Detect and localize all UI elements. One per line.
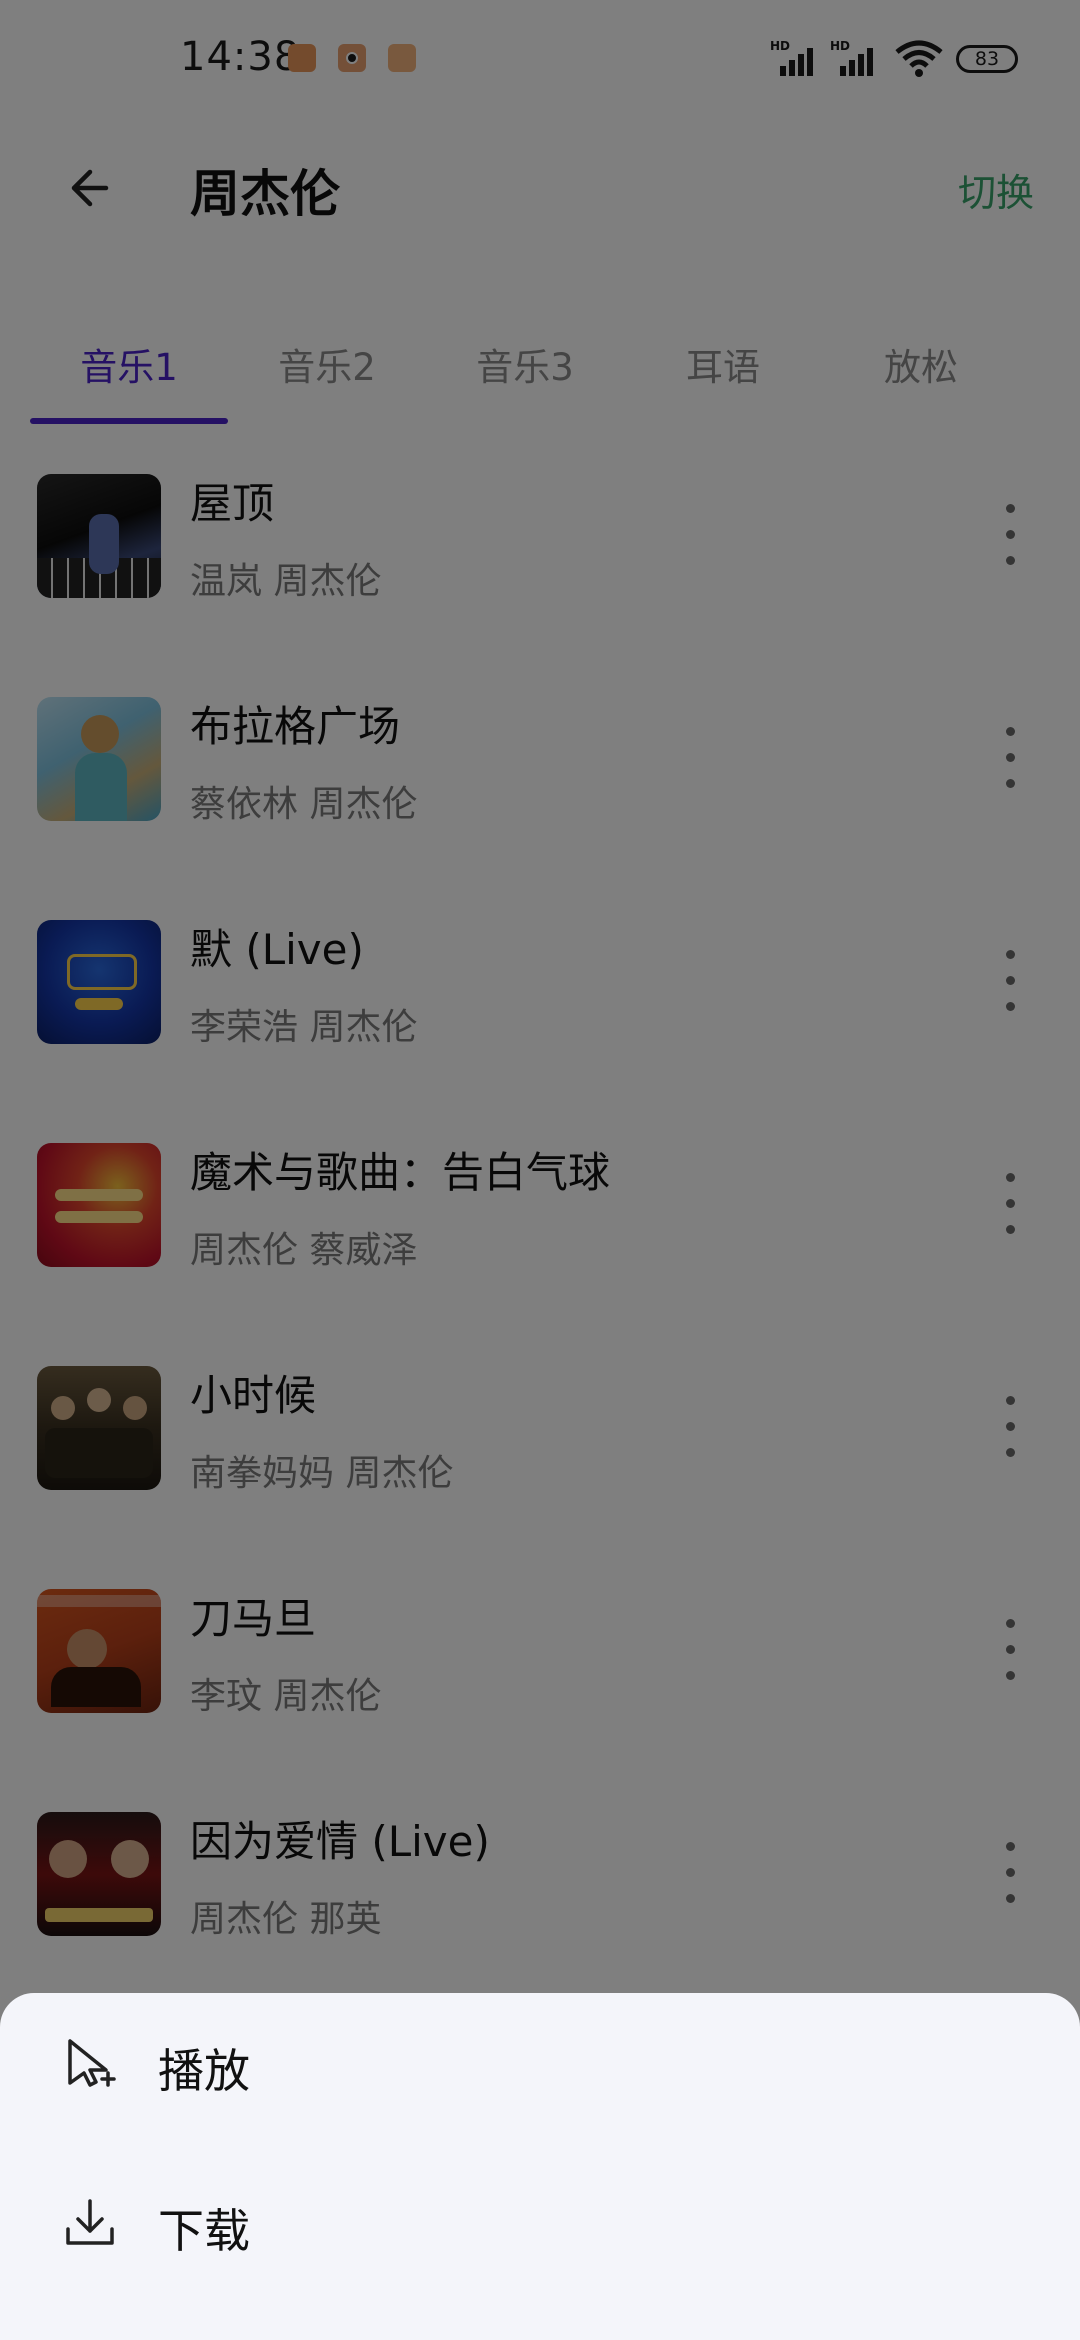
play-cursor-icon: [68, 2039, 116, 2087]
play-label: 播放: [158, 2044, 250, 2098]
download-action[interactable]: 下载: [0, 2153, 1080, 2303]
download-label: 下载: [158, 2204, 250, 2258]
modal-scrim[interactable]: [0, 0, 1080, 2340]
download-icon: [66, 2199, 114, 2245]
play-action[interactable]: 播放: [0, 1993, 1080, 2143]
action-bottom-sheet: 播放 下载: [0, 1993, 1080, 2340]
